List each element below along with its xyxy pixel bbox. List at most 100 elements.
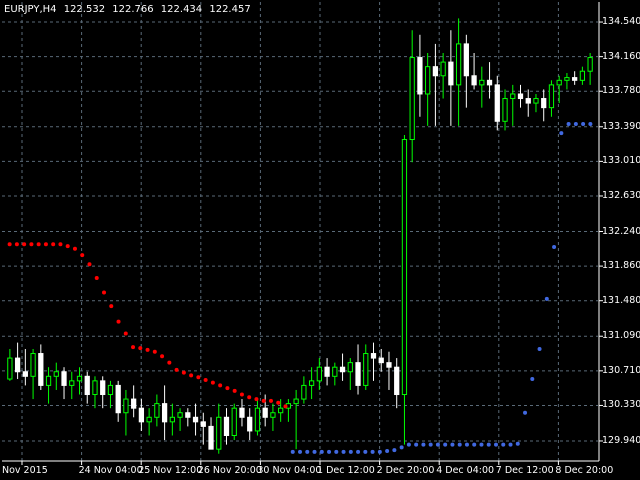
sar-dot (196, 375, 201, 380)
price-chart[interactable] (0, 0, 640, 480)
sar-dot (363, 449, 368, 454)
sar-dot (203, 377, 208, 382)
candle-bullish (479, 79, 485, 86)
candle-bearish (525, 98, 531, 104)
sar-dot (145, 347, 150, 352)
candle-bullish (231, 407, 237, 436)
sar-dot (544, 296, 549, 301)
candle-bullish (53, 371, 59, 377)
price-tick-label: 133.780 (602, 85, 640, 97)
sar-dot (22, 242, 27, 247)
price-tick-label: 134.540 (602, 16, 640, 28)
candle-bullish (301, 384, 307, 400)
chart-header: EURJPY,H4 122.532 122.766 122.434 122.45… (4, 4, 255, 15)
candle-bearish (161, 403, 168, 423)
sar-dot (472, 442, 477, 447)
price-tick-label: 130.710 (602, 364, 640, 376)
sar-dot (51, 242, 56, 247)
sar-dot (537, 346, 542, 351)
sar-dot (435, 442, 440, 447)
price-tick-label: 131.860 (602, 260, 640, 272)
symbol-timeframe: EURJPY,H4 (4, 4, 57, 15)
time-tick-label: 8 Dec 20:00 (555, 465, 614, 476)
candle-bullish (169, 416, 175, 423)
sar-dot (36, 242, 41, 247)
candle-bullish (579, 70, 586, 81)
sar-dot (232, 388, 237, 393)
sar-dot (80, 253, 85, 258)
candle-bearish (339, 366, 346, 373)
candle-bearish (486, 79, 493, 86)
price-tick-label: 133.010 (602, 155, 640, 167)
sar-dot (588, 122, 593, 127)
candle-bearish (239, 407, 245, 418)
sar-dot (254, 397, 259, 402)
chart-window[interactable]: EURJPY,H4 122.532 122.766 122.434 122.45… (0, 0, 640, 480)
sar-dot (443, 442, 448, 447)
sar-dot (102, 290, 106, 295)
candle-bullish (401, 139, 408, 396)
candle-bullish (92, 380, 98, 396)
candle-bullish (363, 353, 369, 386)
candle-bullish (146, 416, 152, 423)
sar-dot (581, 122, 586, 127)
sar-dot (218, 383, 223, 388)
candle-bearish (100, 380, 106, 396)
sar-dot (29, 242, 34, 247)
sar-dot (399, 445, 404, 450)
price-tick-label: 130.330 (602, 399, 640, 411)
sar-dot (210, 380, 215, 385)
candle-bearish (14, 357, 21, 373)
close-value: 122.457 (209, 4, 251, 15)
sar-dot (348, 449, 353, 454)
sar-dot (65, 244, 70, 249)
candle-bullish (278, 407, 284, 414)
sar-dot (494, 442, 498, 447)
sar-dot (116, 319, 121, 324)
sar-dot (247, 395, 252, 400)
sar-dot (385, 448, 390, 453)
sar-dot (225, 386, 230, 391)
sar-dot (566, 122, 571, 127)
sar-dot (189, 373, 194, 378)
sar-dot (486, 442, 491, 447)
candle-bullish (455, 43, 462, 86)
sar-dot (464, 442, 469, 447)
candle-bullish (308, 380, 315, 386)
price-tick-label: 132.240 (602, 225, 640, 237)
sar-dot (530, 377, 535, 382)
candle-bearish (463, 43, 469, 77)
candle-bearish (131, 398, 137, 409)
sar-dot (152, 349, 157, 354)
low-value: 122.434 (160, 4, 203, 15)
candle-bearish (192, 416, 199, 423)
candle-bearish (378, 357, 384, 364)
sar-dot (123, 331, 128, 336)
candle-bearish (38, 353, 44, 386)
sar-dot (341, 449, 346, 454)
price-tick-label: 129.940 (602, 434, 640, 446)
candle-bearish (138, 407, 145, 423)
sar-dot (319, 449, 324, 454)
sar-dot (239, 392, 244, 397)
sar-dot (14, 242, 19, 247)
sar-dot (109, 304, 114, 309)
candle-bearish (432, 66, 439, 77)
sar-dot (334, 449, 339, 454)
sar-dot (515, 441, 520, 446)
candle-bearish (417, 57, 423, 95)
candle-bullish (30, 353, 36, 377)
price-tick-label: 133.390 (602, 120, 640, 132)
sar-dot (327, 449, 332, 454)
candle-bearish (262, 407, 268, 418)
candle-bearish (394, 366, 400, 396)
sar-dot (406, 442, 411, 447)
sar-dot (174, 367, 179, 372)
candle-bearish (84, 375, 90, 396)
sar-dot (421, 442, 426, 447)
candle-bearish (541, 98, 547, 109)
candle-bearish (572, 77, 578, 81)
sar-dot (457, 442, 462, 447)
sar-dot (356, 449, 361, 454)
candle-bearish (386, 362, 392, 368)
